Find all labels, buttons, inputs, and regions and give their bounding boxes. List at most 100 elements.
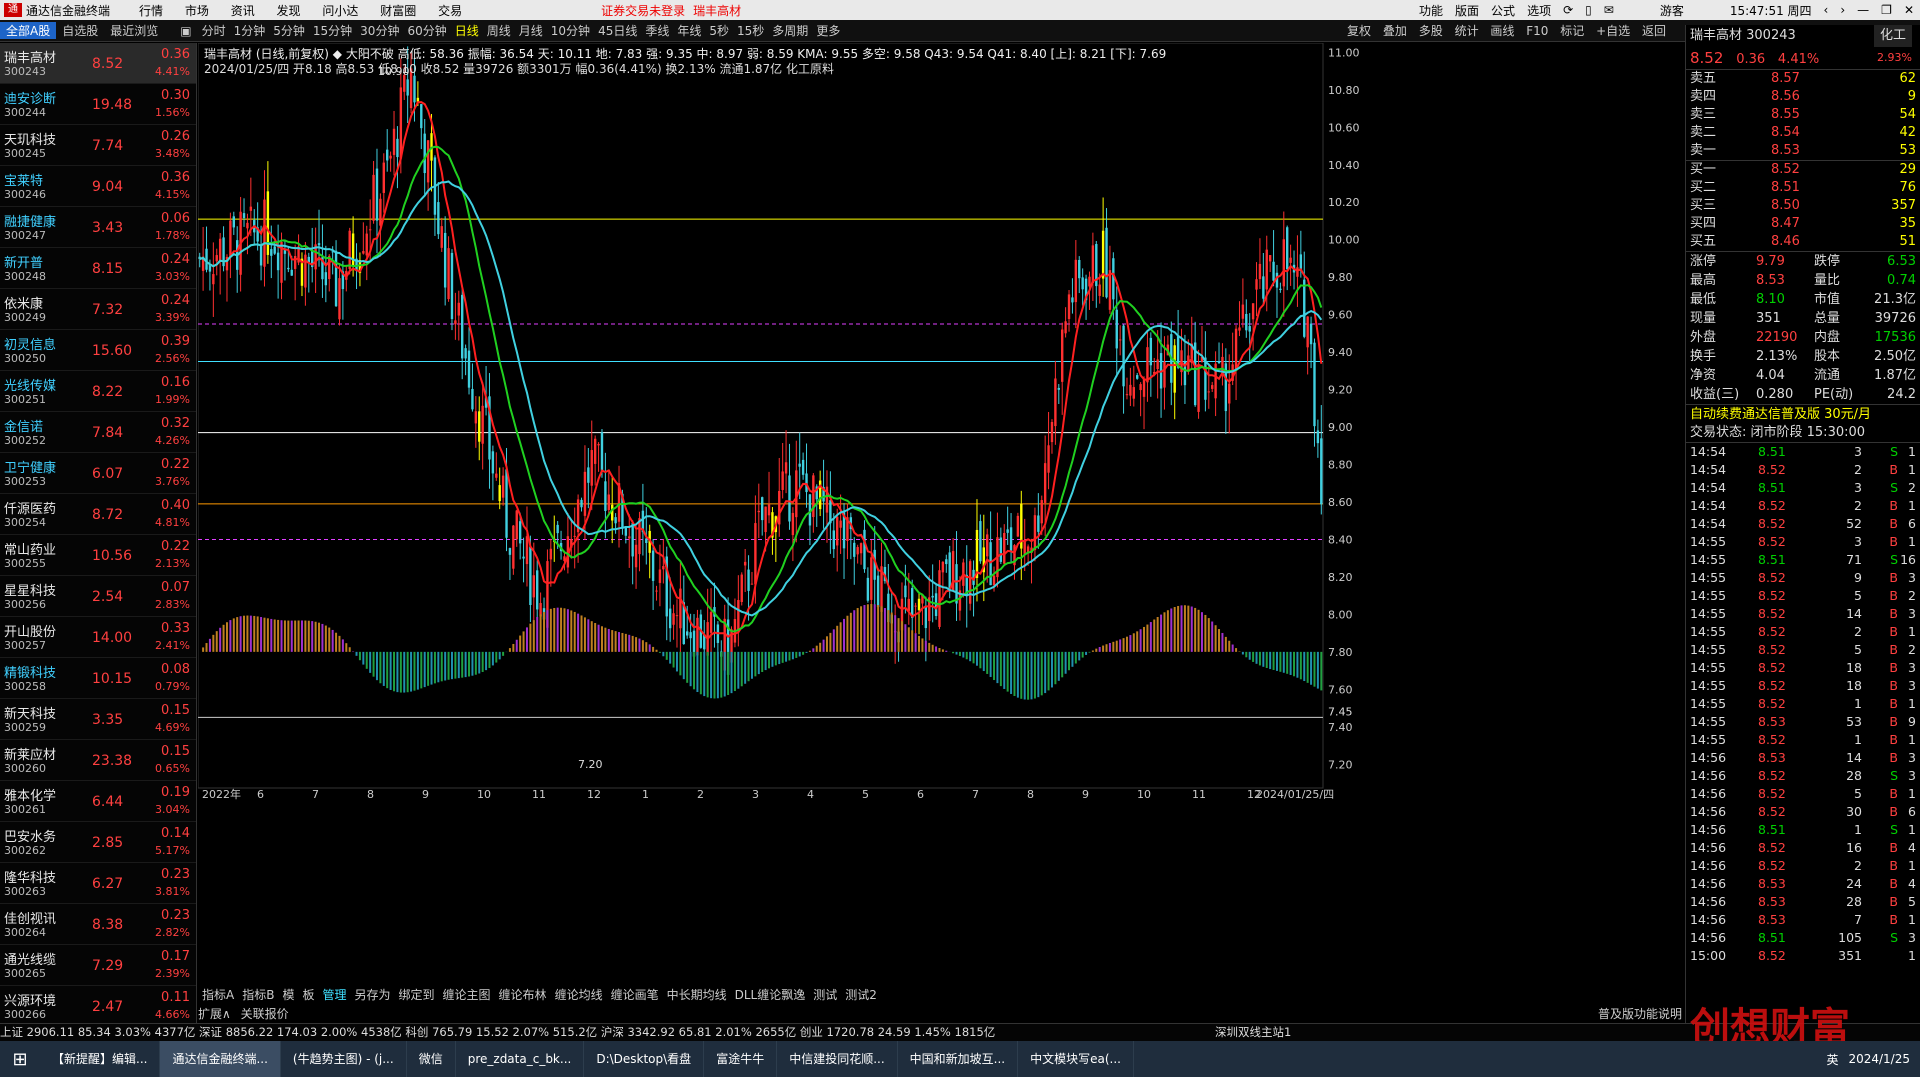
- stock-list-row[interactable]: 迪安诊断 300244 19.48 0.30 1.56%: [0, 84, 196, 125]
- tool-button[interactable]: 统计: [1455, 24, 1479, 38]
- layout-icon[interactable]: ▣: [174, 24, 197, 38]
- period-button[interactable]: 5秒: [705, 22, 733, 39]
- indicator-tab[interactable]: 测试: [813, 988, 837, 1002]
- menu-item[interactable]: 发现: [277, 4, 301, 18]
- bid-level[interactable]: 买三 8.50 357: [1686, 197, 1920, 215]
- ask-level[interactable]: 卖二 8.54 42: [1686, 124, 1920, 142]
- close-icon[interactable]: ✕: [1904, 3, 1914, 17]
- indicator-tab[interactable]: 管理: [322, 988, 346, 1002]
- stock-list-row[interactable]: 融捷健康 300247 3.43 0.06 1.78%: [0, 207, 196, 248]
- indicator-tab[interactable]: 板: [302, 988, 314, 1002]
- stock-list-row[interactable]: 卫宁健康 300253 6.07 0.22 3.76%: [0, 453, 196, 494]
- stock-list-row[interactable]: 通光线缆 300265 7.29 0.17 2.39%: [0, 945, 196, 986]
- period-button[interactable]: 更多: [812, 22, 844, 39]
- menu-item[interactable]: 版面: [1455, 2, 1479, 19]
- menu-item[interactable]: 功能: [1419, 2, 1443, 19]
- indicator-tab[interactable]: 缠论画笔: [611, 988, 659, 1002]
- stock-list-row[interactable]: 雅本化学 300261 6.44 0.19 3.04%: [0, 781, 196, 822]
- taskbar-app[interactable]: pre_zdata_c_bk...: [456, 1041, 585, 1077]
- period-button[interactable]: 周线: [483, 22, 515, 39]
- period-button[interactable]: 10分钟: [547, 22, 594, 39]
- tick-list[interactable]: 14:54 8.51 3 S 1 14:54 8.52 2 B 1 14:54 8.51 3 S 2 14:5…: [1686, 442, 1920, 965]
- stock-list-row[interactable]: 天玑科技 300245 7.74 0.26 3.48%: [0, 125, 196, 166]
- stock-list-row[interactable]: 常山药业 300255 10.56 0.22 2.13%: [0, 535, 196, 576]
- taskbar-app[interactable]: 中文模块写ea(...: [1018, 1041, 1134, 1077]
- tab-all-a-shares[interactable]: 全部A股: [0, 22, 57, 39]
- stock-list-row[interactable]: 星星科技 300256 2.54 0.07 2.83%: [0, 576, 196, 617]
- period-button[interactable]: 1分钟: [230, 22, 270, 39]
- indicator-tab[interactable]: 缠论均线: [555, 988, 603, 1002]
- stock-list-row[interactable]: 开山股份 300257 14.00 0.33 2.41%: [0, 617, 196, 658]
- stock-list-row[interactable]: 宝莱特 300246 9.04 0.36 4.15%: [0, 166, 196, 207]
- tool-button[interactable]: 叠加: [1383, 24, 1407, 38]
- period-button[interactable]: 60分钟: [403, 22, 450, 39]
- period-button[interactable]: 多周期: [768, 22, 812, 39]
- menu-item[interactable]: 选项: [1527, 2, 1551, 19]
- indicator-tab[interactable]: 缠论布林: [499, 988, 547, 1002]
- period-button[interactable]: 15秒: [733, 22, 768, 39]
- tool-button[interactable]: +自选: [1596, 24, 1630, 38]
- tab-recent[interactable]: 最近浏览: [104, 22, 164, 39]
- kline-chart[interactable]: 瑞丰高材 (日线,前复权) ◆ 大阳不破 高低: 58.36 振幅: 36.54…: [198, 43, 1633, 993]
- menu-item[interactable]: 财富圈: [380, 4, 416, 18]
- indicator-tab[interactable]: 测试2: [845, 988, 877, 1002]
- taskbar-app[interactable]: 通达信金融终端...: [160, 1041, 281, 1077]
- forward-icon[interactable]: ›: [1840, 3, 1845, 17]
- stock-list-row[interactable]: 初灵信息 300250 15.60 0.39 2.56%: [0, 330, 196, 371]
- period-button[interactable]: 分时: [198, 22, 230, 39]
- stock-list-row[interactable]: 依米康 300249 7.32 0.24 3.39%: [0, 289, 196, 330]
- taskbar-app[interactable]: (牛趋势主图) - (j...: [281, 1041, 407, 1077]
- menu-item[interactable]: 资讯: [231, 4, 255, 18]
- feature-note[interactable]: 普及版功能说明: [1598, 1005, 1682, 1022]
- stock-list-row[interactable]: 精锻科技 300258 10.15 0.08 0.79%: [0, 658, 196, 699]
- tool-button[interactable]: F10: [1526, 24, 1548, 38]
- indicator-tab[interactable]: 中长期均线: [667, 988, 727, 1002]
- bid-level[interactable]: 买五 8.46 51: [1686, 233, 1920, 251]
- expand-button[interactable]: 扩展∧: [198, 1007, 231, 1021]
- tool-button[interactable]: 复权: [1347, 24, 1371, 38]
- tool-button[interactable]: 画线: [1490, 24, 1514, 38]
- tool-button[interactable]: 多股: [1419, 24, 1443, 38]
- stock-list-row[interactable]: 金信诺 300252 7.84 0.32 4.26%: [0, 412, 196, 453]
- stock-list-row[interactable]: 隆华科技 300263 6.27 0.23 3.81%: [0, 863, 196, 904]
- bid-level[interactable]: 买一 8.52 29: [1686, 161, 1920, 179]
- stock-list-row[interactable]: 仟源医药 300254 8.72 0.40 4.81%: [0, 494, 196, 535]
- user-label[interactable]: 游客: [1660, 2, 1684, 19]
- stock-list-row[interactable]: 新莱应材 300260 23.38 0.15 0.65%: [0, 740, 196, 781]
- taskbar-app[interactable]: 微信: [407, 1041, 456, 1077]
- period-button[interactable]: 季线: [641, 22, 673, 39]
- related-quote-button[interactable]: 关联报价: [241, 1007, 289, 1021]
- lock-icon[interactable]: ▯: [1585, 3, 1592, 17]
- menu-item[interactable]: 问小达: [322, 4, 358, 18]
- period-button-daily[interactable]: 日线: [451, 22, 483, 39]
- period-button[interactable]: 月线: [515, 22, 547, 39]
- menu-item[interactable]: 行情: [139, 4, 163, 18]
- mail-icon[interactable]: ✉: [1604, 3, 1614, 17]
- language-indicator[interactable]: 英: [1826, 1051, 1838, 1068]
- bid-level[interactable]: 买四 8.47 35: [1686, 215, 1920, 233]
- period-button[interactable]: 30分钟: [356, 22, 403, 39]
- indicator-tab[interactable]: 绑定到: [399, 988, 435, 1002]
- indicator-tab[interactable]: 另存为: [355, 988, 391, 1002]
- taskbar-app[interactable]: D:\Desktop\看盘: [584, 1041, 705, 1077]
- start-icon[interactable]: ⊞: [0, 1049, 40, 1070]
- login-notice[interactable]: 证券交易未登录: [601, 2, 685, 19]
- stock-list-row[interactable]: 新开普 300248 8.15 0.24 3.03%: [0, 248, 196, 289]
- indicator-tab[interactable]: 指标A: [202, 988, 234, 1002]
- stock-list-row[interactable]: 巴安水务 300262 2.85 0.14 5.17%: [0, 822, 196, 863]
- ask-level[interactable]: 卖三 8.55 54: [1686, 106, 1920, 124]
- taskbar-app[interactable]: 中信建投同花顺...: [777, 1041, 898, 1077]
- tool-button[interactable]: 返回: [1642, 24, 1666, 38]
- stock-list-row[interactable]: 佳创视讯 300264 8.38 0.23 2.82%: [0, 904, 196, 945]
- taskbar-app[interactable]: 中国和新加坡互...: [898, 1041, 1019, 1077]
- period-button[interactable]: 5分钟: [269, 22, 309, 39]
- server-label[interactable]: 深圳双线主站1: [1215, 1024, 1291, 1040]
- period-button[interactable]: 年线: [673, 22, 705, 39]
- bid-level[interactable]: 买二 8.51 76: [1686, 179, 1920, 197]
- menu-item[interactable]: 市场: [185, 4, 209, 18]
- period-button[interactable]: 45日线: [594, 22, 641, 39]
- ask-level[interactable]: 卖一 8.53 53: [1686, 142, 1920, 160]
- ask-level[interactable]: 卖五 8.57 62: [1686, 70, 1920, 88]
- stock-list-row[interactable]: 瑞丰高材 300243 8.52 0.36 4.41%: [0, 43, 196, 84]
- menu-item[interactable]: 公式: [1491, 2, 1515, 19]
